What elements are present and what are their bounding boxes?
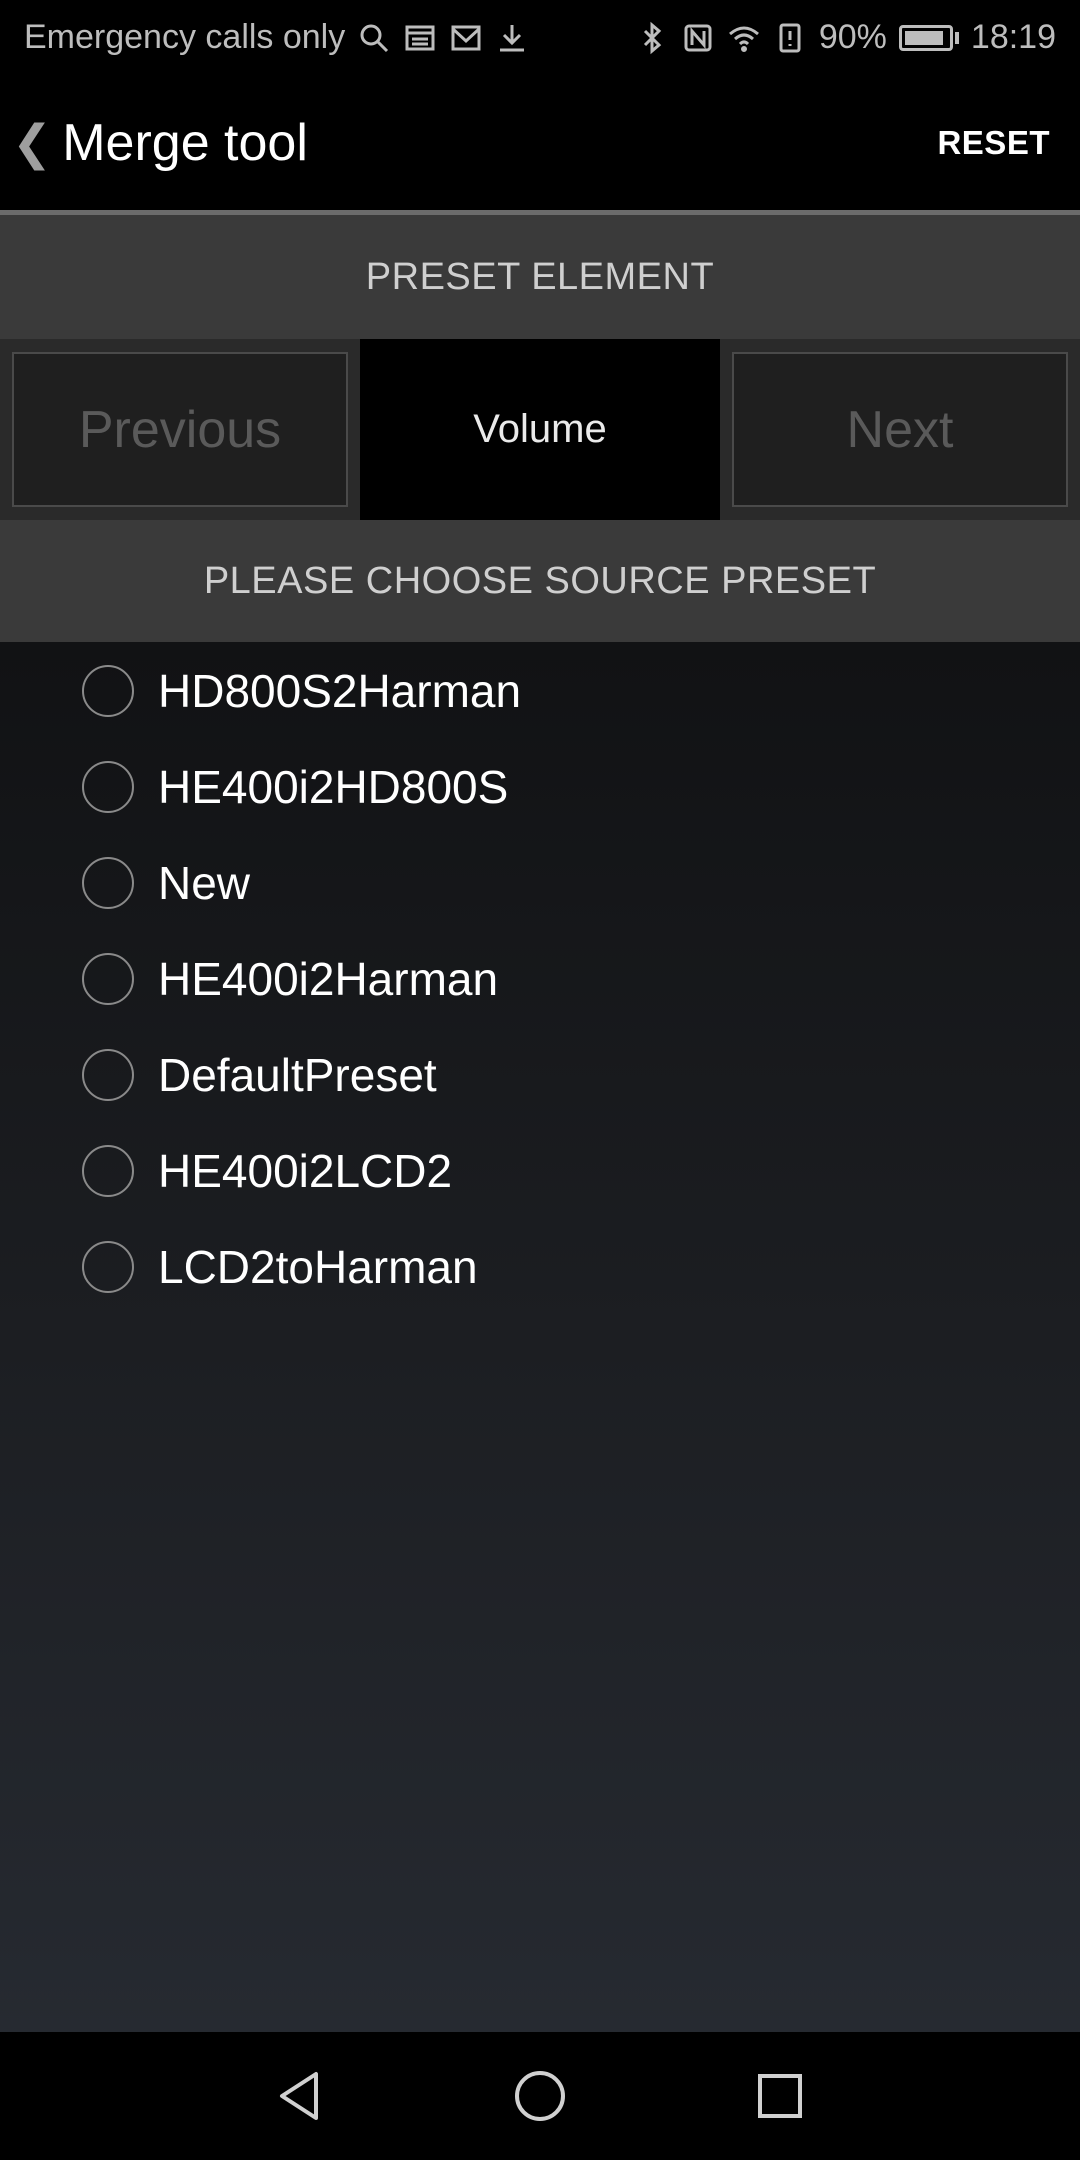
list-item[interactable]: LCD2toHarman: [82, 1231, 478, 1303]
radio-button[interactable]: [82, 1145, 134, 1197]
back-icon[interactable]: [270, 2066, 330, 2126]
home-icon[interactable]: [510, 2066, 570, 2126]
preset-label: HE400i2LCD2: [158, 1145, 453, 1197]
status-right: 90% 18:19: [635, 18, 1056, 57]
preset-label: HE400i2HD800S: [158, 761, 509, 813]
current-element-label: Volume: [473, 407, 607, 451]
preset-list: HD800S2Harman HE400i2HD800S New HE400i2H…: [0, 642, 1080, 2032]
radio-button[interactable]: [82, 761, 134, 813]
page-title: Merge tool: [62, 113, 308, 172]
list-item[interactable]: HE400i2LCD2: [82, 1135, 452, 1207]
radio-button[interactable]: [82, 1049, 134, 1101]
clock: 18:19: [970, 18, 1056, 56]
preset-label: LCD2toHarman: [158, 1241, 478, 1293]
preset-label: New: [158, 857, 251, 909]
element-navigation: Previous Volume Next: [0, 339, 1080, 520]
status-left: Emergency calls only: [24, 18, 529, 57]
mail-icon: [449, 21, 483, 55]
recents-icon[interactable]: [750, 2066, 810, 2126]
wifi-icon: [727, 21, 761, 55]
previous-button[interactable]: Previous: [12, 352, 348, 507]
nfc-icon: [681, 21, 715, 55]
download-icon: [495, 21, 529, 55]
calendar-icon: [403, 21, 437, 55]
app-bar: ❮ Merge tool RESET: [0, 75, 1080, 210]
source-preset-header: PLEASE CHOOSE SOURCE PRESET: [0, 520, 1080, 642]
back-chevron-icon[interactable]: ❮: [12, 115, 52, 171]
list-item[interactable]: DefaultPreset: [82, 1039, 437, 1111]
list-item[interactable]: HE400i2HD800S: [82, 751, 508, 823]
radio-button[interactable]: [82, 953, 134, 1005]
battery-percent: 90%: [818, 18, 887, 56]
back-navigation[interactable]: ❮ Merge tool: [12, 113, 308, 173]
preset-label: HD800S2Harman: [158, 665, 522, 717]
search-icon: [357, 21, 391, 55]
carrier-text: Emergency calls only: [24, 18, 346, 56]
current-element: Volume: [360, 339, 720, 520]
previous-label: Previous: [78, 400, 282, 459]
preset-element-header: PRESET ELEMENT: [0, 215, 1080, 339]
preset-label: DefaultPreset: [158, 1049, 437, 1101]
system-navigation-bar: [0, 2032, 1080, 2160]
next-label: Next: [846, 400, 954, 459]
next-button[interactable]: Next: [732, 352, 1068, 507]
status-bar: Emergency calls only 90% 18:19: [0, 0, 1080, 75]
bluetooth-icon: [635, 21, 669, 55]
preset-element-title: PRESET ELEMENT: [365, 255, 715, 298]
radio-button[interactable]: [82, 665, 134, 717]
source-preset-title: PLEASE CHOOSE SOURCE PRESET: [203, 559, 877, 602]
battery-icon: [898, 24, 959, 51]
alert-icon: [773, 21, 807, 55]
list-item[interactable]: New: [82, 847, 250, 919]
radio-button[interactable]: [82, 1241, 134, 1293]
reset-button[interactable]: RESET: [937, 124, 1050, 162]
radio-button[interactable]: [82, 857, 134, 909]
preset-label: HE400i2Harman: [158, 953, 499, 1005]
list-item[interactable]: HD800S2Harman: [82, 655, 521, 727]
list-item[interactable]: HE400i2Harman: [82, 943, 498, 1015]
